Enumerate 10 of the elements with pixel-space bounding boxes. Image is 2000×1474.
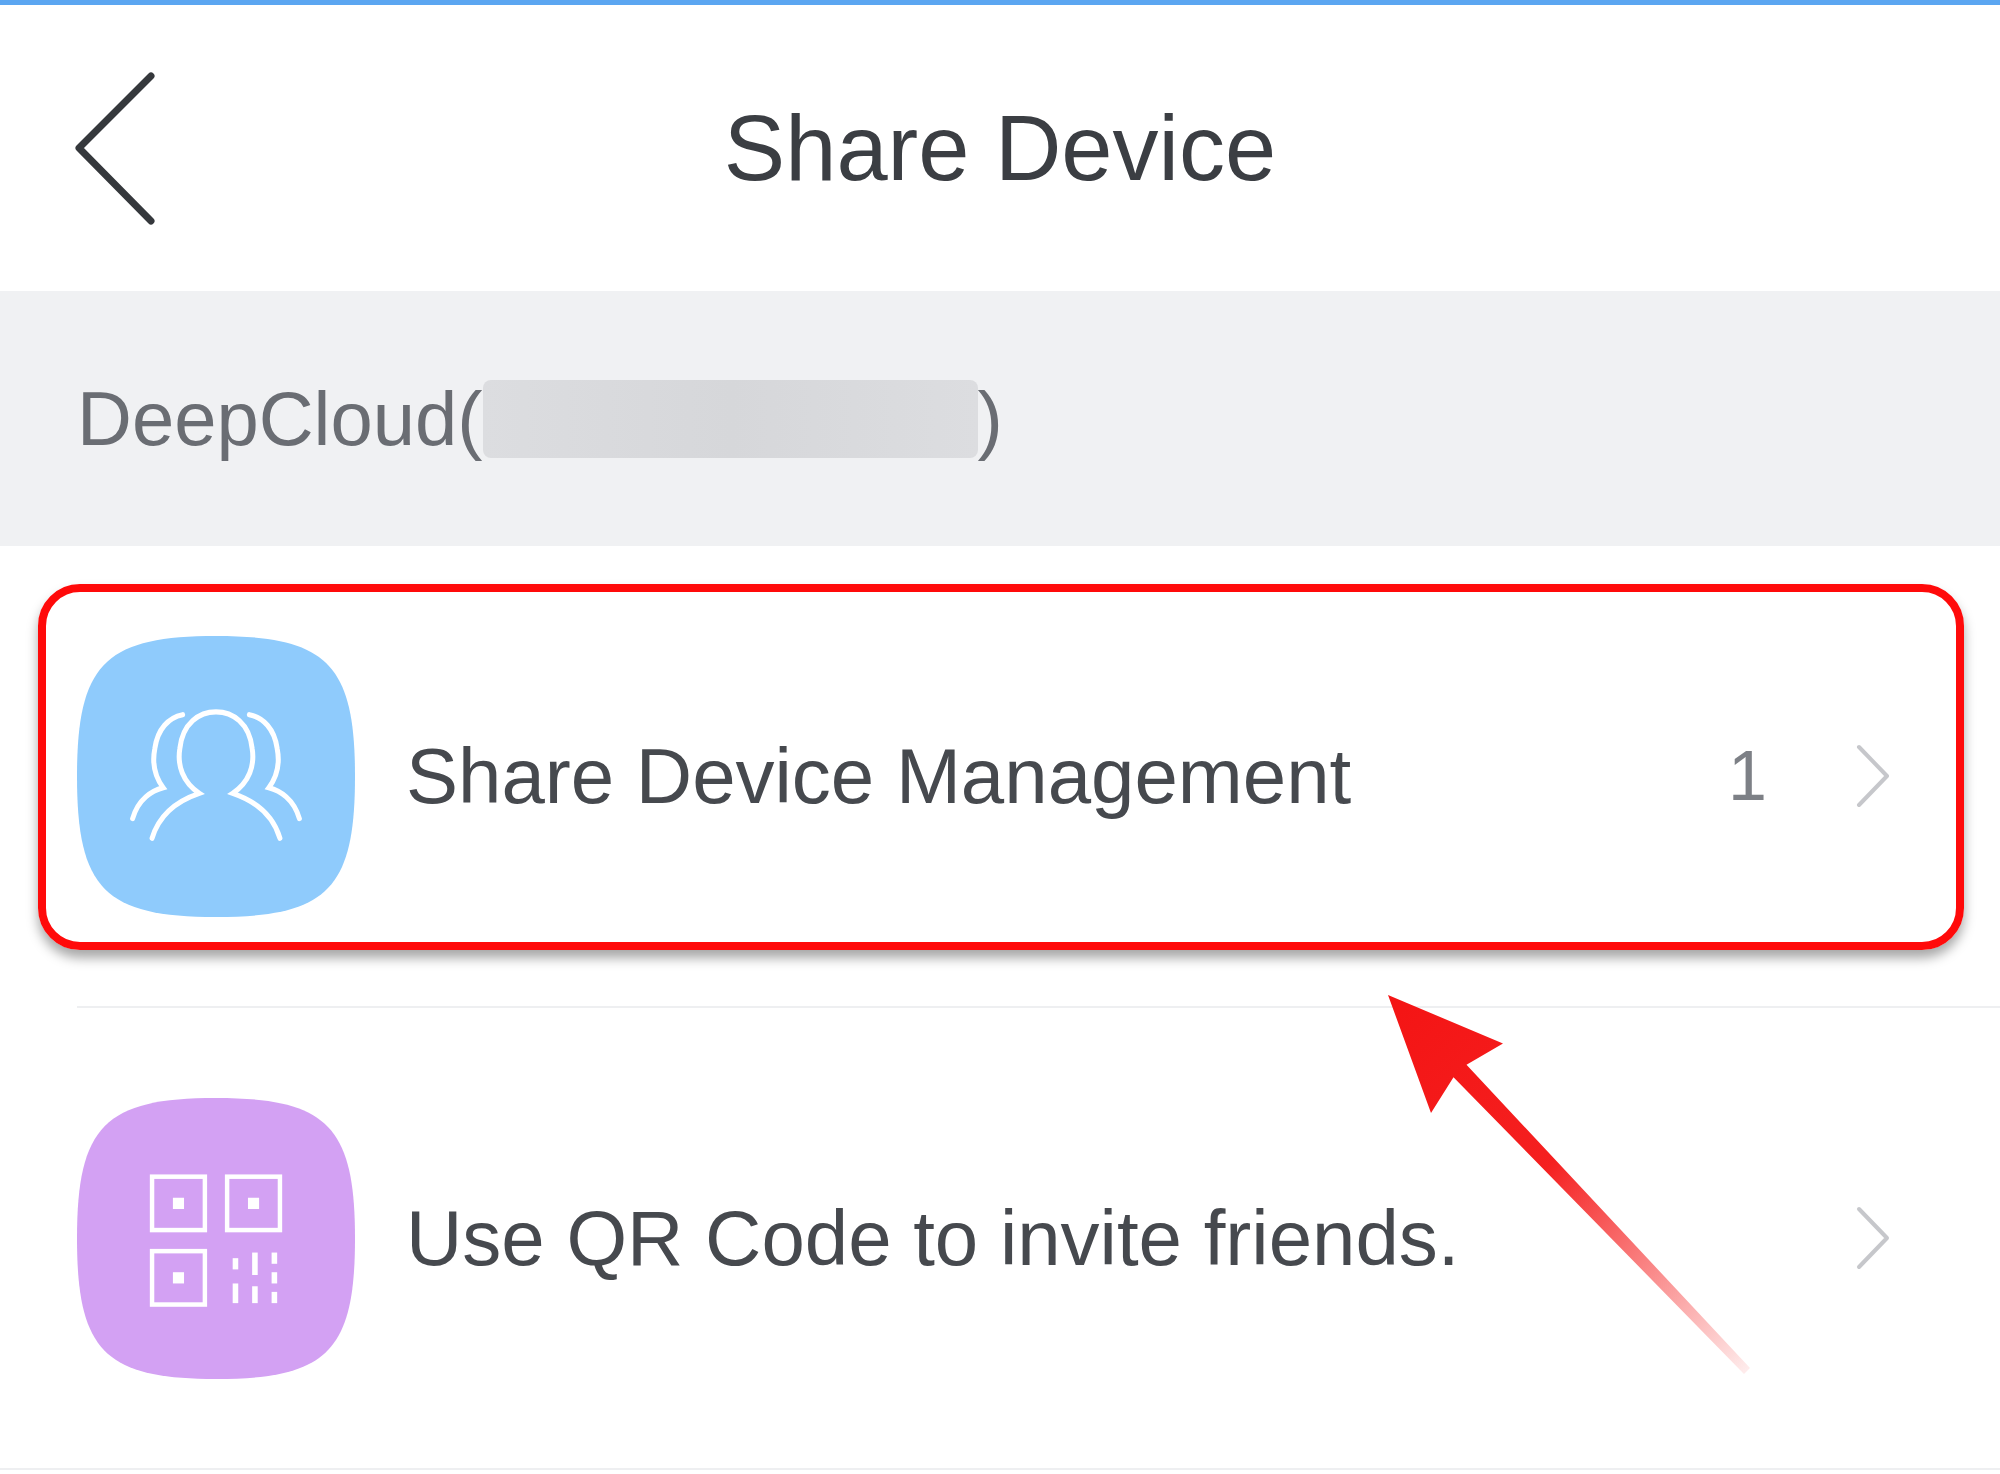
chevron-right-icon	[1856, 744, 1890, 808]
device-name-end: )	[977, 375, 1003, 462]
item-count: 1	[1728, 736, 1767, 816]
user-group-icon	[77, 635, 355, 917]
back-button[interactable]	[73, 71, 156, 225]
back-icon	[73, 71, 156, 225]
page-title: Share Device	[723, 95, 1277, 201]
device-name: DeepCloud(	[77, 375, 483, 462]
qr-code-icon	[77, 1097, 355, 1379]
chevron-right-icon	[1856, 1206, 1890, 1270]
